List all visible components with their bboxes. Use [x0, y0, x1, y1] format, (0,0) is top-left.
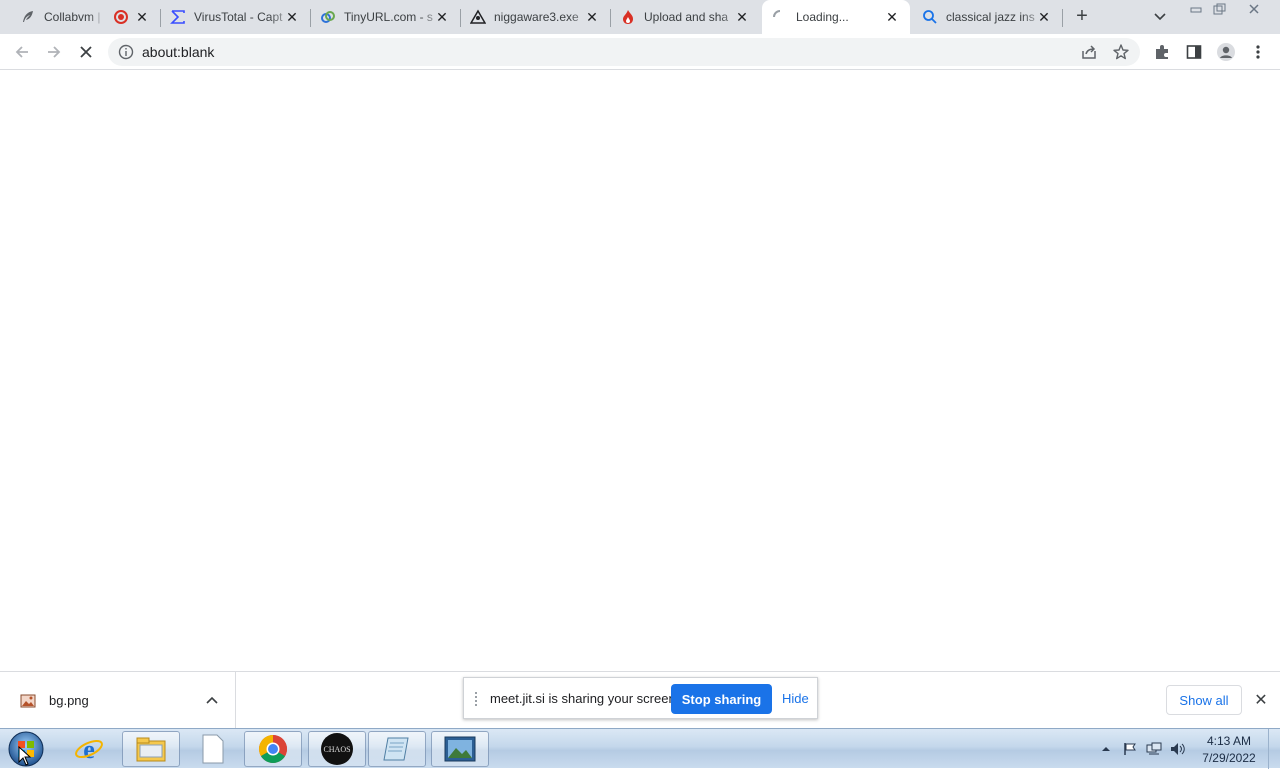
chevron-down-icon [1154, 13, 1166, 21]
close-icon [1249, 4, 1259, 14]
svg-text:e: e [83, 735, 95, 764]
flame-icon [620, 9, 636, 25]
close-icon[interactable]: ✕ [884, 9, 900, 25]
tab-search-button[interactable] [1150, 7, 1170, 27]
drag-handle-icon[interactable] [475, 692, 481, 706]
clock-time[interactable]: 4:13 AM [1196, 734, 1262, 748]
chaos-label: CHAOS [323, 745, 350, 754]
close-icon[interactable]: ✕ [284, 9, 300, 25]
restore-button[interactable] [1208, 0, 1232, 18]
windows-taskbar: e CHAOS 4:13 AM 7/29/2022 [0, 728, 1280, 769]
tinyurl-icon [320, 9, 336, 25]
tab-title: classical jazz ins [946, 10, 1035, 24]
show-desktop-button[interactable] [1268, 729, 1280, 769]
close-icon[interactable]: ✕ [134, 9, 150, 25]
chrome-icon [259, 735, 287, 763]
back-arrow-icon [15, 46, 28, 58]
stop-sharing-button[interactable]: Stop sharing [671, 684, 772, 714]
bookmark-star-icon[interactable] [1112, 43, 1130, 61]
taskbar-chaos[interactable]: CHAOS [308, 731, 366, 767]
tab-strip: Collabvm | ✕ VirusTotal - Capt ✕ TinyURL… [0, 0, 1280, 34]
taskbar-document[interactable] [184, 731, 242, 767]
profile-icon [1217, 43, 1235, 61]
taskbar-chrome[interactable] [244, 731, 302, 767]
clock-date[interactable]: 7/29/2022 [1196, 751, 1262, 765]
sharing-message: meet.jit.si is sharing your screen. [490, 691, 680, 706]
new-tab-button[interactable]: + [1070, 5, 1094, 29]
tab-niggaware[interactable]: niggaware3.exe ✕ [460, 0, 611, 34]
close-icon[interactable]: ✕ [734, 9, 750, 25]
tab-upload[interactable]: Upload and sha ✕ [610, 0, 760, 34]
tab-title: niggaware3.exe [494, 10, 579, 24]
tab-title: TinyURL.com - s [344, 10, 433, 24]
tab-title: Loading... [796, 10, 849, 24]
taskbar-internet-explorer[interactable]: e [60, 731, 118, 767]
photo-viewer-icon [444, 736, 476, 762]
chevron-up-icon[interactable] [204, 692, 220, 708]
address-bar[interactable]: about:blank [108, 38, 1140, 66]
browser-toolbar: about:blank [0, 34, 1280, 70]
menu-button[interactable] [1246, 40, 1270, 64]
back-button[interactable] [10, 40, 34, 64]
stop-icon [80, 46, 92, 58]
tab-title: VirusTotal - Capt [194, 10, 283, 24]
network-icon[interactable] [1146, 741, 1162, 757]
tab-separator [1062, 9, 1063, 27]
minimize-icon [1190, 7, 1202, 13]
tab-virustotal[interactable]: VirusTotal - Capt ✕ [160, 0, 311, 34]
tab-search[interactable]: classical jazz ins ✕ [912, 0, 1063, 34]
close-icon[interactable]: ✕ [584, 9, 600, 25]
recording-dot-icon [114, 10, 128, 24]
volume-icon[interactable] [1170, 741, 1186, 757]
puzzle-icon [1156, 45, 1168, 59]
close-icon[interactable]: ✕ [1036, 9, 1052, 25]
side-panel-icon [1186, 45, 1202, 59]
triangle-person-icon [470, 9, 486, 25]
minimize-button[interactable] [1184, 0, 1208, 18]
tab-tinyurl[interactable]: TinyURL.com - s ✕ [310, 0, 461, 34]
close-icon[interactable]: ✕ [434, 9, 450, 25]
close-window-button[interactable] [1240, 0, 1268, 18]
image-file-icon [20, 693, 36, 709]
start-button[interactable] [6, 730, 46, 768]
mouse-cursor-icon [18, 746, 32, 766]
tab-title: Collabvm | [44, 10, 101, 24]
chaos-icon: CHAOS [321, 733, 353, 765]
share-icon[interactable] [1080, 43, 1098, 61]
taskbar-photo-viewer[interactable] [431, 731, 489, 767]
show-hidden-icons-icon[interactable] [1098, 741, 1114, 757]
sigma-icon [170, 9, 186, 25]
show-all-button[interactable]: Show all [1166, 685, 1242, 715]
forward-button[interactable] [42, 40, 66, 64]
taskbar-file-explorer[interactable] [122, 731, 180, 767]
profile-button[interactable] [1214, 40, 1238, 64]
address-text[interactable]: about:blank [142, 44, 214, 60]
kebab-menu-icon [1256, 45, 1260, 59]
taskbar-notepad[interactable] [368, 731, 426, 767]
stop-loading-button[interactable] [74, 40, 98, 64]
internet-explorer-icon: e [75, 735, 103, 764]
side-panel-button[interactable] [1182, 40, 1206, 64]
restore-icon [1213, 3, 1226, 15]
screen-sharing-bar: meet.jit.si is sharing your screen. Stop… [463, 677, 818, 719]
page-content [0, 71, 1280, 671]
tab-title: Upload and sha [644, 10, 729, 24]
extensions-button[interactable] [1150, 40, 1174, 64]
tab-collabvm[interactable]: Collabvm | ✕ [10, 0, 161, 34]
download-file-name[interactable]: bg.png [49, 693, 89, 708]
action-center-flag-icon[interactable] [1122, 741, 1138, 757]
folder-icon [136, 737, 166, 762]
forward-arrow-icon [48, 46, 61, 58]
feather-icon [20, 9, 36, 25]
notepad-icon [383, 737, 409, 761]
blank-document-icon [202, 734, 224, 764]
spinner-icon [772, 9, 788, 25]
tab-loading[interactable]: Loading... ✕ [762, 0, 910, 34]
search-icon [922, 9, 938, 25]
download-item[interactable]: bg.png [0, 672, 236, 729]
hide-button[interactable]: Hide [782, 691, 809, 706]
info-icon[interactable] [118, 44, 134, 60]
close-shelf-icon[interactable]: ✕ [1252, 691, 1270, 709]
